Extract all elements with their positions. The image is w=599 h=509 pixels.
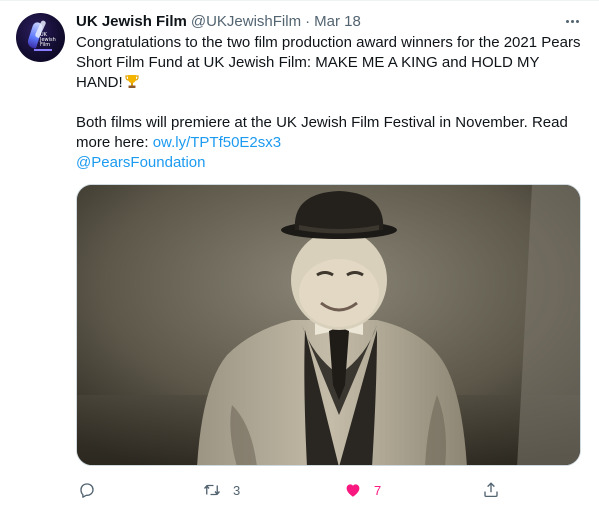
like-count: 7 xyxy=(374,482,382,498)
tweet-photo[interactable] xyxy=(76,184,581,466)
tweet-header: UK Jewish Film @UKJewishFilm · Mar 18 xyxy=(76,12,361,32)
mention-link[interactable]: @PearsFoundation xyxy=(76,154,205,171)
display-name[interactable]: UK Jewish Film xyxy=(76,13,187,30)
reply-button[interactable] xyxy=(78,479,108,501)
tweet-body-paragraph-1: Congratulations to the two film producti… xyxy=(76,34,581,91)
separator-dot: · xyxy=(305,13,311,30)
more-options-icon[interactable] xyxy=(560,11,584,31)
trophy-icon xyxy=(125,75,139,88)
external-link[interactable]: ow.ly/TPTf50E2sx3 xyxy=(153,134,281,151)
logo-bar xyxy=(34,49,52,51)
avatar[interactable]: UK Jewish Film xyxy=(16,13,65,62)
tweet-actions: 3 7 xyxy=(76,479,581,501)
tweet-date[interactable]: Mar 18 xyxy=(314,13,361,30)
retweet-button[interactable]: 3 xyxy=(203,479,240,501)
share-button[interactable] xyxy=(482,479,512,501)
like-button[interactable]: 7 xyxy=(344,479,381,501)
share-icon xyxy=(484,482,498,498)
sepia-photo xyxy=(77,185,580,465)
heart-icon xyxy=(346,484,360,497)
reply-icon xyxy=(80,483,94,498)
tweet-text: Congratulations to the two film producti… xyxy=(76,33,586,173)
avatar-logo-text: UK Jewish Film xyxy=(40,32,56,48)
user-handle[interactable]: @UKJewishFilm xyxy=(191,13,301,30)
retweet-icon xyxy=(203,484,221,496)
retweet-count: 3 xyxy=(233,482,241,498)
tweet[interactable]: UK Jewish Film UK Jewish Film @UKJewishFi… xyxy=(0,0,599,509)
tweet-body-paragraph-2: Both films will premiere at the UK Jewis… xyxy=(76,114,568,151)
